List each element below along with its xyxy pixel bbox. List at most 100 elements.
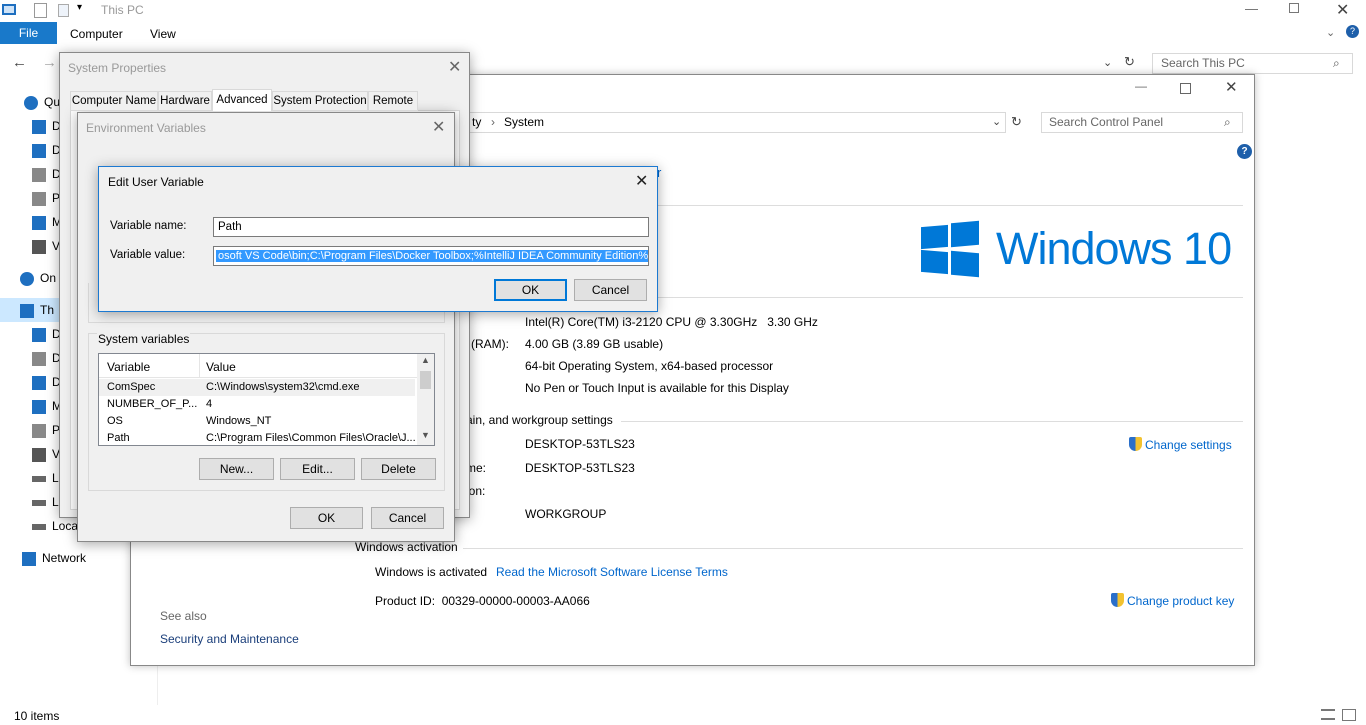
breadcrumb[interactable]: ty › System ⌄ xyxy=(461,112,1006,133)
new-folder-icon[interactable] xyxy=(58,4,69,17)
close-icon[interactable]: ✕ xyxy=(635,171,648,191)
system-type-value: 64-bit Operating System, x64-based proce… xyxy=(525,359,774,373)
nav-item[interactable]: M xyxy=(32,210,62,234)
help-icon[interactable]: ? xyxy=(1346,25,1359,38)
details-view-icon[interactable] xyxy=(1321,709,1335,720)
search-icon[interactable]: ⌕ xyxy=(1333,56,1340,71)
table-row[interactable]: OS Windows_NT xyxy=(99,413,415,430)
close-icon[interactable]: ✕ xyxy=(432,117,445,137)
tab-remote[interactable]: Remote xyxy=(368,91,418,111)
nav-item[interactable]: D xyxy=(32,370,61,394)
column-header-variable[interactable]: Variable xyxy=(107,360,150,374)
window-title: This PC xyxy=(101,3,144,17)
search-this-pc-input[interactable]: Search This PC xyxy=(1152,53,1353,74)
nav-item-label: L xyxy=(52,471,59,485)
nav-item[interactable]: M xyxy=(32,394,62,418)
table-row[interactable]: Path C:\Program Files\Common Files\Oracle… xyxy=(99,430,416,445)
download-icon xyxy=(32,143,46,158)
system-variables-list[interactable]: Variable Value ComSpec C:\Windows\system3… xyxy=(98,353,435,446)
download-icon xyxy=(32,375,46,390)
nav-item[interactable]: D xyxy=(32,322,61,346)
column-header-value[interactable]: Value xyxy=(206,360,236,374)
variable-name-input[interactable]: Path xyxy=(213,217,649,237)
video-icon xyxy=(32,447,46,462)
ok-button[interactable]: OK xyxy=(494,279,567,301)
nav-item[interactable]: D xyxy=(32,138,61,162)
cancel-button[interactable]: Cancel xyxy=(371,507,444,529)
explorer-titlebar: ▾ This PC — ✕ xyxy=(0,0,1366,22)
security-maintenance-link[interactable]: Security and Maintenance xyxy=(160,632,299,646)
close-icon[interactable]: ✕ xyxy=(1225,78,1238,96)
close-icon[interactable]: ✕ xyxy=(448,57,461,77)
tab-system-protection[interactable]: System Protection xyxy=(272,91,368,111)
nav-item[interactable]: D xyxy=(32,162,61,186)
large-icons-view-icon[interactable] xyxy=(1342,709,1356,721)
forward-arrow-icon[interactable]: → xyxy=(42,54,57,71)
properties-icon[interactable] xyxy=(34,3,47,18)
search-control-panel-input[interactable]: Search Control Panel xyxy=(1041,112,1243,133)
change-settings-link[interactable]: Change settings xyxy=(1145,438,1232,452)
nav-item[interactable]: V xyxy=(32,442,60,466)
variable-value-input[interactable]: osoft VS Code\bin;C:\Program Files\Docke… xyxy=(213,246,649,266)
drive-icon xyxy=(32,475,46,482)
scroll-thumb[interactable] xyxy=(420,371,431,389)
ok-button[interactable]: OK xyxy=(290,507,363,529)
search-icon[interactable]: ⌕ xyxy=(1224,115,1231,130)
help-icon[interactable]: ? xyxy=(1237,144,1252,159)
back-arrow-icon[interactable]: ← xyxy=(12,54,27,71)
breadcrumb-separator-icon: › xyxy=(491,115,495,129)
table-row[interactable]: ComSpec C:\Windows\system32\cmd.exe xyxy=(99,379,415,396)
shield-icon xyxy=(1111,593,1124,607)
tab-hardware[interactable]: Hardware xyxy=(158,91,212,111)
nav-item[interactable]: Qu xyxy=(24,90,60,114)
nav-item[interactable]: V xyxy=(32,234,60,258)
nav-item[interactable]: D xyxy=(32,114,61,138)
change-product-key-link[interactable]: Change product key xyxy=(1127,594,1234,608)
delete-system-variable-button[interactable]: Delete xyxy=(361,458,436,480)
nav-item[interactable]: Network xyxy=(22,546,86,570)
minimize-icon[interactable]: — xyxy=(1245,1,1258,16)
ribbon-expand-icon[interactable]: ⌄ xyxy=(1326,26,1335,39)
variable-value-label: Variable value: xyxy=(110,249,186,261)
restore-icon[interactable] xyxy=(1289,3,1299,13)
windows-logo xyxy=(921,220,979,279)
variable-name-cell: ComSpec xyxy=(107,381,156,393)
breadcrumb-current[interactable]: System xyxy=(504,113,544,132)
address-dropdown-icon[interactable]: ⌄ xyxy=(1103,56,1112,69)
nav-item[interactable]: L xyxy=(32,490,59,514)
close-icon[interactable]: ✕ xyxy=(1336,0,1349,20)
breadcrumb-partial[interactable]: ty xyxy=(472,113,481,132)
nav-item[interactable]: On xyxy=(20,266,56,290)
table-row[interactable]: NUMBER_OF_P... 4 xyxy=(99,396,415,413)
scroll-down-icon[interactable]: ▼ xyxy=(421,430,430,440)
scrollbar[interactable]: ▲ ▼ xyxy=(417,354,434,445)
ribbon-tab-computer[interactable]: Computer xyxy=(70,27,123,41)
variable-value-cell: 4 xyxy=(206,398,213,410)
new-system-variable-button[interactable]: New... xyxy=(199,458,274,480)
address-dropdown-icon[interactable]: ⌄ xyxy=(992,113,1001,132)
refresh-icon[interactable]: ↻ xyxy=(1011,114,1022,130)
picture-icon xyxy=(32,423,46,438)
tab-advanced[interactable]: Advanced xyxy=(212,89,272,111)
ram-label: (RAM): xyxy=(471,337,509,351)
desktop-icon xyxy=(32,119,46,134)
tab-computer-name[interactable]: Computer Name xyxy=(70,91,158,111)
ribbon-tab-file[interactable]: File xyxy=(0,22,57,44)
scroll-up-icon[interactable]: ▲ xyxy=(421,355,430,365)
nav-item[interactable]: D xyxy=(32,346,61,370)
nav-item[interactable]: L xyxy=(32,466,59,490)
pc-icon xyxy=(20,303,34,318)
edit-system-variable-button[interactable]: Edit... xyxy=(280,458,355,480)
dialog-title: System Properties xyxy=(68,61,167,75)
ram-value: 4.00 GB (3.89 GB usable) xyxy=(525,337,664,351)
maximize-icon[interactable] xyxy=(1180,83,1191,94)
cancel-button[interactable]: Cancel xyxy=(574,279,647,301)
variable-name-cell: OS xyxy=(107,415,123,427)
refresh-icon[interactable]: ↻ xyxy=(1124,54,1135,70)
ribbon-tab-view[interactable]: View xyxy=(150,27,176,41)
nav-item[interactable]: P xyxy=(32,418,60,442)
license-terms-link[interactable]: Read the Microsoft Software License Term… xyxy=(496,565,728,579)
nav-item[interactable]: P xyxy=(32,186,60,210)
chevron-down-icon[interactable]: ▾ xyxy=(77,2,82,13)
minimize-icon[interactable]: — xyxy=(1135,79,1147,93)
